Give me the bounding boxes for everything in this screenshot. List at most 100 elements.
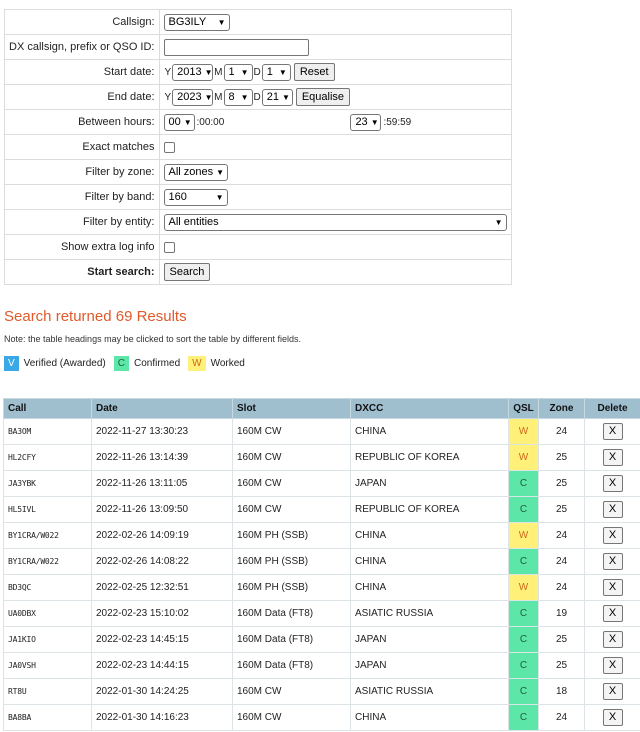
table-row: HL2CFY 2022-11-26 13:14:39 160M CW REPUBLIC…	[3, 444, 640, 471]
date-cell: 2022-11-26 13:09:50	[91, 496, 233, 523]
zone-cell: 18	[538, 678, 585, 705]
extra-row: Show extra log info	[4, 234, 512, 260]
chevron-down-icon: ▼	[370, 117, 379, 127]
legend-confirmed-swatch: C	[113, 356, 129, 371]
callsign-select[interactable]: BG3ILY ▼	[163, 13, 230, 31]
qsl-legend: V Verified (Awarded) C Confirmed W Worked	[4, 356, 253, 371]
call-cell: RT8U	[3, 678, 92, 705]
delete-button[interactable]: X	[602, 683, 623, 700]
legend-verified-swatch: V	[4, 356, 19, 371]
dx-callsign-input[interactable]	[163, 38, 309, 56]
date-cell: 2022-02-26 14:09:19	[91, 522, 233, 549]
call-cell: JA1KIO	[3, 626, 92, 653]
table-row: JA1KIO 2022-02-23 14:45:15 160M Data (FT8)…	[3, 626, 640, 653]
table-row: JA3YBK 2022-11-26 13:11:05 160M CW JAPAN C 25…	[3, 470, 640, 497]
slot-cell: 160M CW	[232, 470, 351, 497]
delete-button[interactable]: X	[602, 423, 623, 440]
col-call[interactable]: Call	[3, 398, 92, 419]
results-title: Search returned 69 Results	[4, 308, 187, 325]
start-hour-select[interactable]: 00 ▼	[163, 113, 195, 131]
call-cell: BA8BA	[3, 704, 92, 731]
chevron-down-icon: ▼	[215, 192, 224, 202]
date-cell: 2022-01-30 14:24:25	[91, 678, 233, 705]
col-date[interactable]: Date	[91, 398, 233, 419]
delete-button[interactable]: X	[602, 605, 623, 622]
delete-button[interactable]: X	[602, 657, 623, 674]
zone-select[interactable]: All zones ▼	[163, 163, 228, 181]
zone-cell: 25	[538, 444, 585, 471]
delete-button[interactable]: X	[602, 449, 623, 466]
dxcc-cell: JAPAN	[350, 626, 509, 653]
delete-button[interactable]: X	[602, 631, 623, 648]
start-year-select[interactable]: 2013 ▼	[172, 63, 214, 81]
date-cell: 2022-11-27 13:30:23	[91, 418, 233, 445]
dxcc-cell: CHINA	[350, 418, 509, 445]
col-slot[interactable]: Slot	[232, 398, 351, 419]
delete-button[interactable]: X	[602, 527, 623, 544]
delete-cell: X	[584, 444, 640, 471]
sort-note: Note: the table headings may be clicked …	[4, 334, 302, 344]
end-time-rest: :59:59	[383, 116, 412, 128]
slot-cell: 160M Data (FT8)	[232, 626, 351, 653]
hours-label: Between hours:	[4, 109, 160, 135]
end-date-row: End date: Y 2023 ▼ M 8 ▼ D 21 ▼ Equalise	[4, 84, 512, 110]
band-select[interactable]: 160 ▼	[163, 188, 228, 206]
col-zone[interactable]: Zone	[538, 398, 585, 419]
entity-label: Filter by entity:	[4, 209, 160, 235]
search-button[interactable]: Search	[163, 263, 211, 281]
qsl-cell: C	[508, 678, 539, 705]
start-date-label: Start date:	[4, 59, 160, 85]
call-cell: JA3YBK	[3, 470, 92, 497]
exact-matches-checkbox[interactable]	[163, 141, 175, 153]
delete-button[interactable]: X	[602, 709, 623, 726]
table-row: BD3QC 2022-02-25 12:32:51 160M PH (SSB) CHI…	[3, 574, 640, 601]
hours-row: Between hours: 00 ▼:00:00 23 ▼:59:59	[4, 109, 512, 135]
callsign-label: Callsign:	[4, 9, 160, 35]
col-delete[interactable]: Delete	[584, 398, 640, 419]
end-hour-select[interactable]: 23 ▼	[350, 113, 382, 131]
slot-cell: 160M Data (FT8)	[232, 600, 351, 627]
col-qsl[interactable]: QSL	[508, 398, 539, 419]
entity-select[interactable]: All entities ▼	[163, 213, 507, 231]
table-row: JA0VSH 2022-02-23 14:44:15 160M Data (FT8)…	[3, 652, 640, 679]
chevron-down-icon: ▼	[204, 92, 213, 102]
call-cell: BY1CRA/W022	[3, 548, 92, 575]
qsl-cell: W	[508, 522, 539, 549]
chevron-down-icon: ▼	[204, 67, 213, 77]
delete-button[interactable]: X	[602, 553, 623, 570]
zone-label: Filter by zone:	[4, 159, 160, 185]
end-day-select[interactable]: 21 ▼	[261, 88, 293, 106]
start-day-select[interactable]: 1 ▼	[261, 63, 291, 81]
qsl-cell: C	[508, 496, 539, 523]
start-month-select[interactable]: 1 ▼	[223, 63, 253, 81]
entity-row: Filter by entity: All entities ▼	[4, 209, 512, 235]
extra-log-info-checkbox[interactable]	[163, 241, 175, 253]
dxcc-cell: CHINA	[350, 574, 509, 601]
chevron-down-icon: ▼	[240, 92, 249, 102]
end-year-select[interactable]: 2023 ▼	[172, 88, 214, 106]
dxcc-cell: JAPAN	[350, 470, 509, 497]
delete-button[interactable]: X	[602, 579, 623, 596]
delete-cell: X	[584, 652, 640, 679]
call-cell: BA3OM	[3, 418, 92, 445]
end-month-select[interactable]: 8 ▼	[223, 88, 253, 106]
qsl-cell: C	[508, 652, 539, 679]
dxcc-cell: REPUBLIC OF KOREA	[350, 444, 509, 471]
qsl-cell: C	[508, 626, 539, 653]
date-cell: 2022-11-26 13:14:39	[91, 444, 233, 471]
equalise-button[interactable]: Equalise	[295, 88, 351, 106]
dx-label: DX callsign, prefix or QSO ID:	[4, 34, 160, 60]
reset-button[interactable]: Reset	[293, 63, 335, 81]
slot-cell: 160M PH (SSB)	[232, 548, 351, 575]
dxcc-cell: ASIATIC RUSSIA	[350, 678, 509, 705]
slot-cell: 160M CW	[232, 678, 351, 705]
col-dxcc[interactable]: DXCC	[350, 398, 509, 419]
zone-cell: 24	[538, 548, 585, 575]
dxcc-cell: ASIATIC RUSSIA	[350, 600, 509, 627]
delete-cell: X	[584, 470, 640, 497]
date-cell: 2022-02-23 14:44:15	[91, 652, 233, 679]
dxcc-cell: CHINA	[350, 522, 509, 549]
delete-button[interactable]: X	[602, 501, 623, 518]
delete-button[interactable]: X	[602, 475, 623, 492]
extra-label: Show extra log info	[4, 234, 160, 260]
